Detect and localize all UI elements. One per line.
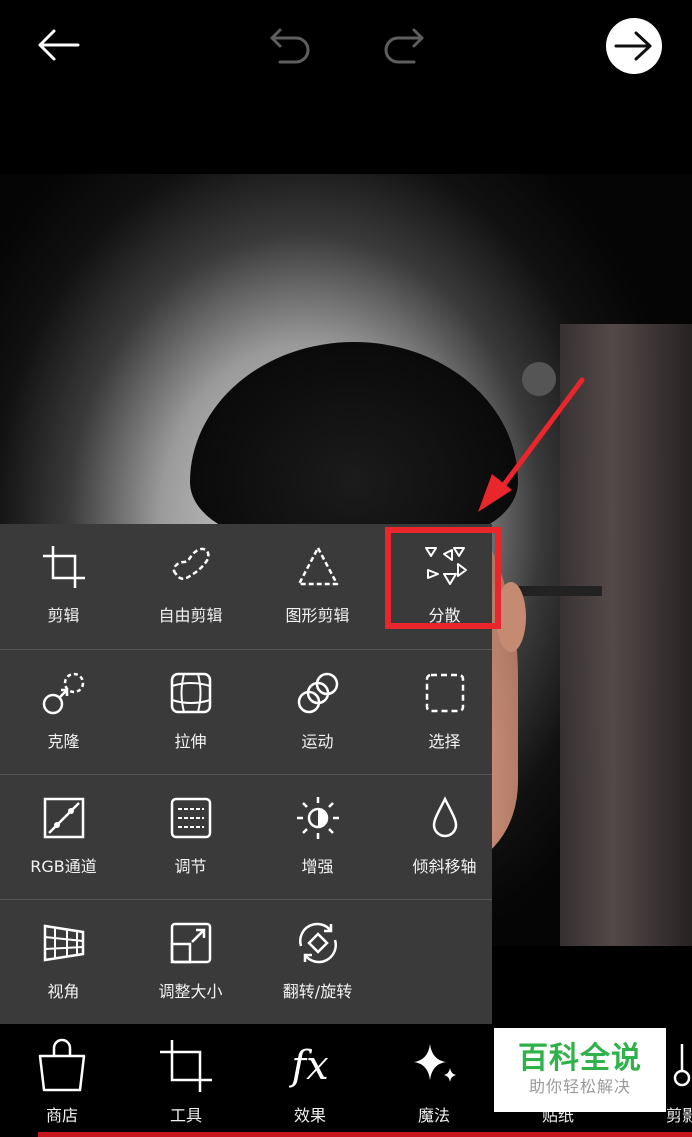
background-door <box>560 324 692 946</box>
arrow-right-circle-icon <box>614 31 652 61</box>
next-button[interactable] <box>606 18 662 74</box>
tab-label: 魔法 <box>417 1106 450 1125</box>
tool-label: 剪辑 <box>47 606 80 625</box>
tool-label: 选择 <box>428 732 461 751</box>
tool-label: 倾斜移轴 <box>412 857 477 876</box>
tool-label: 拉伸 <box>174 732 207 751</box>
tool-clone[interactable]: 克隆 <box>0 650 127 775</box>
enhance-icon <box>297 797 339 839</box>
tab-magic[interactable]: 魔法 <box>372 1024 496 1137</box>
fx-icon: fx <box>291 1043 329 1089</box>
tab-label: 工具 <box>169 1106 202 1125</box>
tool-select[interactable]: 选择 <box>381 650 508 775</box>
perspective-icon <box>43 924 85 962</box>
tilt-shift-icon <box>432 796 458 838</box>
arrow-left-icon <box>38 29 80 61</box>
shopping-bag-icon <box>38 1038 86 1092</box>
tool-resize[interactable]: 调整大小 <box>127 900 254 1025</box>
tool-rgb-channel[interactable]: RGB通道 <box>0 775 127 900</box>
tool-motion[interactable]: 运动 <box>254 650 381 775</box>
top-bar <box>0 0 692 174</box>
bottom-accent-line <box>38 1132 692 1137</box>
tab-tools[interactable]: 工具 <box>124 1024 248 1137</box>
subject-hair <box>190 342 518 542</box>
watermark-subtitle: 助你轻松解决 <box>528 1077 631 1096</box>
adjust-icon <box>170 797 212 839</box>
tool-row: RGB通道 调节 增强 倾斜移轴 <box>0 774 492 900</box>
tool-tilt-shift[interactable]: 倾斜移轴 <box>381 775 508 900</box>
tab-effects[interactable]: fx 效果 <box>248 1024 372 1137</box>
tool-adjust[interactable]: 调节 <box>127 775 254 900</box>
crop-icon <box>43 546 85 588</box>
tab-label: 商店 <box>45 1106 78 1125</box>
tool-enhance[interactable]: 增强 <box>254 775 381 900</box>
tool-label: RGB通道 <box>30 857 97 876</box>
motion-icon <box>297 672 339 714</box>
tool-label: 运动 <box>301 732 334 751</box>
tool-crop[interactable]: 剪辑 <box>0 524 127 649</box>
resize-icon <box>170 922 212 964</box>
curves-icon <box>43 797 85 839</box>
tool-label: 调整大小 <box>158 982 223 1001</box>
tool-stretch[interactable]: 拉伸 <box>127 650 254 775</box>
tool-label: 翻转/旋转 <box>282 982 353 1001</box>
tab-label: 效果 <box>293 1106 326 1125</box>
highlight-box <box>385 527 501 629</box>
sparkle-icon <box>414 1044 456 1082</box>
undo-button[interactable] <box>262 22 318 68</box>
tool-label: 图形剪辑 <box>285 606 350 625</box>
stretch-icon <box>170 672 212 714</box>
watermark-logo: 百科全说 助你轻松解决 <box>494 1028 666 1112</box>
background-knob <box>522 362 556 396</box>
tool-flip-rotate[interactable]: 翻转/旋转 <box>254 900 381 1025</box>
tool-label: 视角 <box>47 982 80 1001</box>
tool-label: 自由剪辑 <box>158 606 223 625</box>
tool-label: 增强 <box>301 857 334 876</box>
tab-shop[interactable]: 商店 <box>0 1024 124 1137</box>
select-icon <box>425 673 465 713</box>
tool-label: 调节 <box>174 857 207 876</box>
tool-perspective[interactable]: 视角 <box>0 900 127 1025</box>
back-button[interactable] <box>30 22 86 68</box>
undo-icon <box>270 28 310 64</box>
free-crop-icon <box>172 547 210 580</box>
tool-free-crop[interactable]: 自由剪辑 <box>127 524 254 649</box>
tool-row: 克隆 拉伸 运动 选择 <box>0 649 492 775</box>
watermark-title: 百科全说 <box>518 1041 642 1076</box>
shape-crop-icon <box>297 546 339 586</box>
tool-shape-crop[interactable]: 图形剪辑 <box>254 524 381 649</box>
redo-button[interactable] <box>376 22 432 68</box>
tool-row: 视角 调整大小 翻转/旋转 <box>0 899 492 1025</box>
flip-rotate-icon <box>299 922 337 964</box>
redo-icon <box>384 28 424 64</box>
tool-label: 克隆 <box>47 732 80 751</box>
crop-icon <box>160 1040 212 1092</box>
clone-icon <box>42 672 85 715</box>
